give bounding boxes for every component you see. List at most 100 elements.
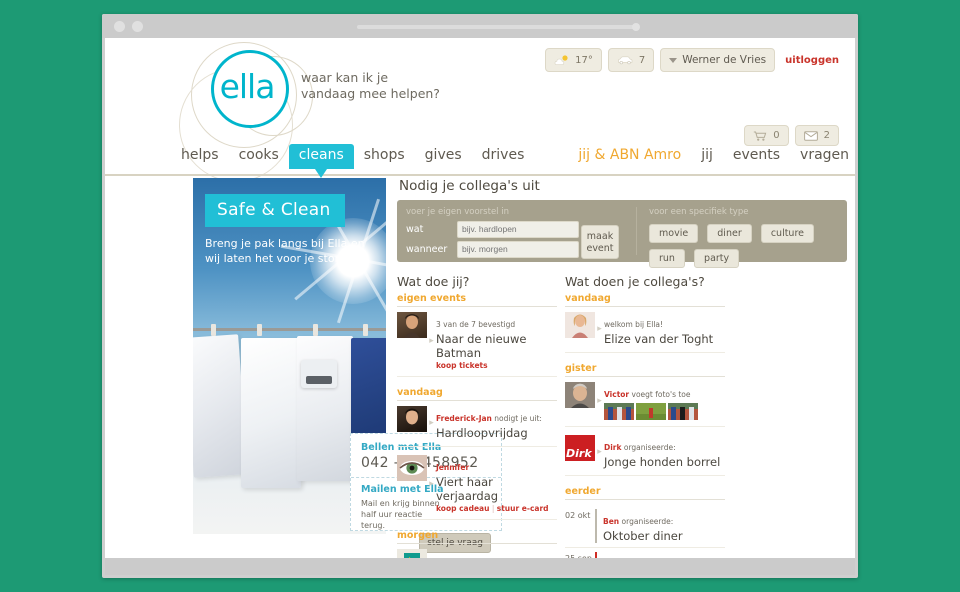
list-item[interactable]: ▸ Jennifer Viert haar verjaardag koop ca… — [397, 455, 557, 520]
cart-button[interactable]: 0 — [744, 125, 789, 146]
nav-item-drives[interactable]: drives — [472, 144, 535, 166]
envelope-icon — [803, 130, 818, 141]
nav-item-jij[interactable]: jij — [691, 144, 723, 166]
type-button-party[interactable]: party — [694, 249, 740, 268]
row-title[interactable]: Oktober diner — [603, 529, 683, 543]
when-label: wanneer — [406, 244, 448, 255]
group-header-vandaag: vandaag — [397, 387, 557, 401]
site-logo[interactable]: ella waar kan ik je vandaag mee helpen? — [179, 42, 440, 182]
dirk-logo-icon: Dirk — [565, 435, 595, 461]
buy-gift-link[interactable]: koop cadeau — [436, 504, 489, 513]
item-action-text: organiseerde: — [623, 443, 676, 452]
mail-button[interactable]: 2 — [794, 125, 839, 146]
item-title[interactable]: Viert haar verjaardag — [436, 475, 557, 503]
row-meta: Ben organiseerde: — [603, 517, 673, 526]
item-meta: Jennifer — [436, 463, 469, 472]
list-item-body: 3 van de 7 bevestigd Naar de nieuwe Batm… — [436, 312, 557, 370]
item-title[interactable]: Elize van der Toght — [604, 332, 725, 346]
cart-and-mail-bar: 0 2 — [744, 125, 839, 146]
desktop-background: ella waar kan ik je vandaag mee helpen? … — [0, 0, 960, 592]
table-row[interactable]: 25 sep ABN Amro organiseerde: 2e kwartaa… — [565, 548, 725, 558]
group-header-eigen-events: eigen events — [397, 293, 557, 307]
browser-titlebar[interactable] — [102, 14, 858, 38]
weather-value: 17° — [575, 54, 593, 66]
what-input[interactable] — [457, 221, 579, 238]
list-item[interactable]: Dirk ▸ Dirk organiseerde: Jonge honden b… — [565, 435, 725, 476]
traffic-widget[interactable]: 7 — [607, 48, 655, 72]
main-navigation: helps cooks cleans shops gives drives ji… — [105, 144, 855, 178]
item-action-links[interactable]: koop cadeau | stuur e-card — [436, 504, 557, 513]
type-buttons-row-2: run party — [649, 246, 818, 271]
nav-item-cooks[interactable]: cooks — [229, 144, 289, 166]
photo-thumbnail[interactable] — [636, 403, 666, 420]
chevron-right-icon: ▸ — [429, 418, 434, 428]
car-icon — [617, 56, 633, 65]
mail-count: 2 — [823, 130, 830, 141]
type-button-diner[interactable]: diner — [707, 224, 752, 243]
list-item-body: Dirk organiseerde: Jonge honden borrel — [604, 435, 725, 469]
item-title[interactable]: Hardloopvrijdag — [436, 426, 557, 440]
abn-amro-shield-icon — [397, 549, 427, 558]
avatar — [397, 455, 427, 481]
item-action-text: nodigt je uit: — [494, 414, 542, 423]
address-bar[interactable] — [357, 23, 640, 31]
tagline-line-1: waar kan ik je — [301, 70, 389, 85]
nav-item-events[interactable]: events — [723, 144, 790, 166]
row-action-text: organiseerde: — [621, 517, 674, 526]
photo-thumbnail[interactable] — [668, 403, 698, 420]
type-button-culture[interactable]: culture — [760, 224, 814, 243]
chevron-right-icon: ▸ — [597, 396, 602, 406]
invite-title: Nodig je collega's uit — [399, 178, 540, 194]
list-item[interactable]: ▸ Victor voegt foto's toe — [565, 382, 725, 427]
list-item-body: Frederick-Jan nodigt je uit: Hardloopvri… — [436, 406, 557, 440]
window-minimize-button[interactable] — [132, 21, 143, 32]
user-menu[interactable]: Werner de Vries — [660, 48, 776, 72]
list-item[interactable]: ▸ Frederick-Jan nodigt je uit: Hardloopv… — [397, 406, 557, 447]
item-action-link[interactable]: koop tickets — [436, 361, 557, 370]
clothes-peg-icon — [257, 324, 262, 336]
item-title[interactable]: Naar de nieuwe Batman — [436, 332, 557, 360]
invite-box: voer je eigen voorstel in wat wanneer — [397, 200, 847, 268]
nav-item-helps[interactable]: helps — [171, 144, 229, 166]
avatar — [565, 382, 595, 408]
avatar — [397, 406, 427, 432]
type-button-run[interactable]: run — [649, 249, 685, 268]
weather-widget[interactable]: 17° — [545, 48, 602, 72]
list-item[interactable]: ▸ 3 van de 7 bevestigd Naar de nieuwe Ba… — [397, 312, 557, 377]
nav-item-cleans[interactable]: cleans — [288, 144, 354, 178]
traffic-value: 7 — [638, 54, 646, 66]
list-item[interactable]: ▸ ABN Amro organiseert: 3e kwartaal borr… — [397, 549, 557, 558]
list-item[interactable]: ▸ welkom bij Ella! Elize van der Toght — [565, 312, 725, 353]
item-meta: 3 van de 7 bevestigd — [436, 320, 516, 329]
when-input[interactable] — [457, 241, 579, 258]
table-row[interactable]: 02 okt Ben organiseerde: Oktober diner — [565, 505, 725, 548]
user-name: Werner de Vries — [682, 54, 767, 66]
invite-custom-label: voer je eigen voorstel in — [406, 207, 509, 217]
laundry-shirt — [241, 338, 301, 488]
group-header-gister: gister — [565, 363, 725, 377]
sun-cloud-icon — [554, 54, 568, 65]
photo-thumbnail[interactable] — [604, 403, 634, 420]
item-meta: Victor voegt foto's toe — [604, 390, 691, 399]
send-ecard-link[interactable]: stuur e-card — [497, 504, 549, 513]
nav-item-gives[interactable]: gives — [415, 144, 472, 166]
item-author[interactable]: Jennifer — [436, 463, 469, 472]
laundry-shirt — [297, 336, 353, 481]
window-close-button[interactable] — [114, 21, 125, 32]
item-author[interactable]: Dirk — [604, 443, 621, 452]
colleagues-column: Wat doen je collega's? vandaag ▸ welkom … — [565, 274, 725, 558]
nav-item-shops[interactable]: shops — [354, 144, 415, 166]
type-button-movie[interactable]: movie — [649, 224, 699, 243]
logout-link[interactable]: uitloggen — [785, 55, 839, 66]
create-event-button[interactable]: maak event — [581, 225, 619, 259]
nav-item-brand[interactable]: jij & ABN Amro — [568, 144, 691, 166]
logo-wordmark: ella — [219, 66, 276, 106]
item-author[interactable]: Victor — [604, 390, 629, 399]
clothes-peg-icon — [363, 324, 368, 336]
nav-item-vragen[interactable]: vragen — [790, 144, 855, 166]
my-events-column: Wat doe jij? eigen events ▸ 3 van de 7 b… — [397, 274, 557, 558]
item-title[interactable]: Jonge honden borrel — [604, 455, 725, 469]
site-tagline: waar kan ik je vandaag mee helpen? — [301, 70, 481, 102]
item-author[interactable]: Frederick-Jan — [436, 414, 492, 423]
row-author[interactable]: Ben — [603, 517, 619, 526]
